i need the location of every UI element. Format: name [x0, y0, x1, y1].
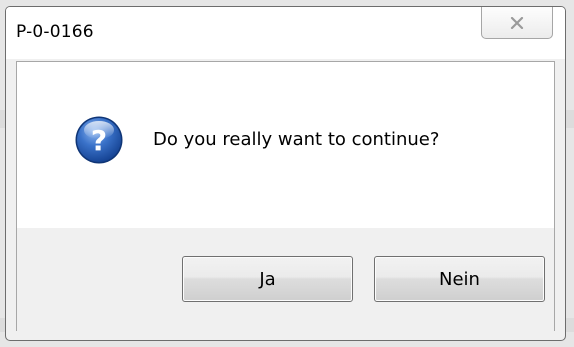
message-area: ? Do you really want to continue? — [17, 62, 554, 228]
no-button[interactable]: Nein — [374, 256, 545, 302]
svg-text:?: ? — [91, 124, 107, 157]
question-icon: ? — [74, 115, 124, 165]
dialog-title: P-0-0166 — [16, 22, 94, 42]
dialog-client-area: ? Do you really want to continue? Ja Nei… — [16, 61, 555, 332]
yes-button[interactable]: Ja — [182, 256, 353, 302]
button-bar: Ja Nein — [17, 228, 554, 332]
title-bar[interactable]: P-0-0166 — [6, 7, 565, 59]
dialog-message: Do you really want to continue? — [153, 129, 440, 150]
message-dialog: P-0-0166 ? Do you really want to continu… — [5, 6, 566, 341]
close-button[interactable] — [481, 7, 553, 39]
close-icon — [510, 16, 524, 29]
